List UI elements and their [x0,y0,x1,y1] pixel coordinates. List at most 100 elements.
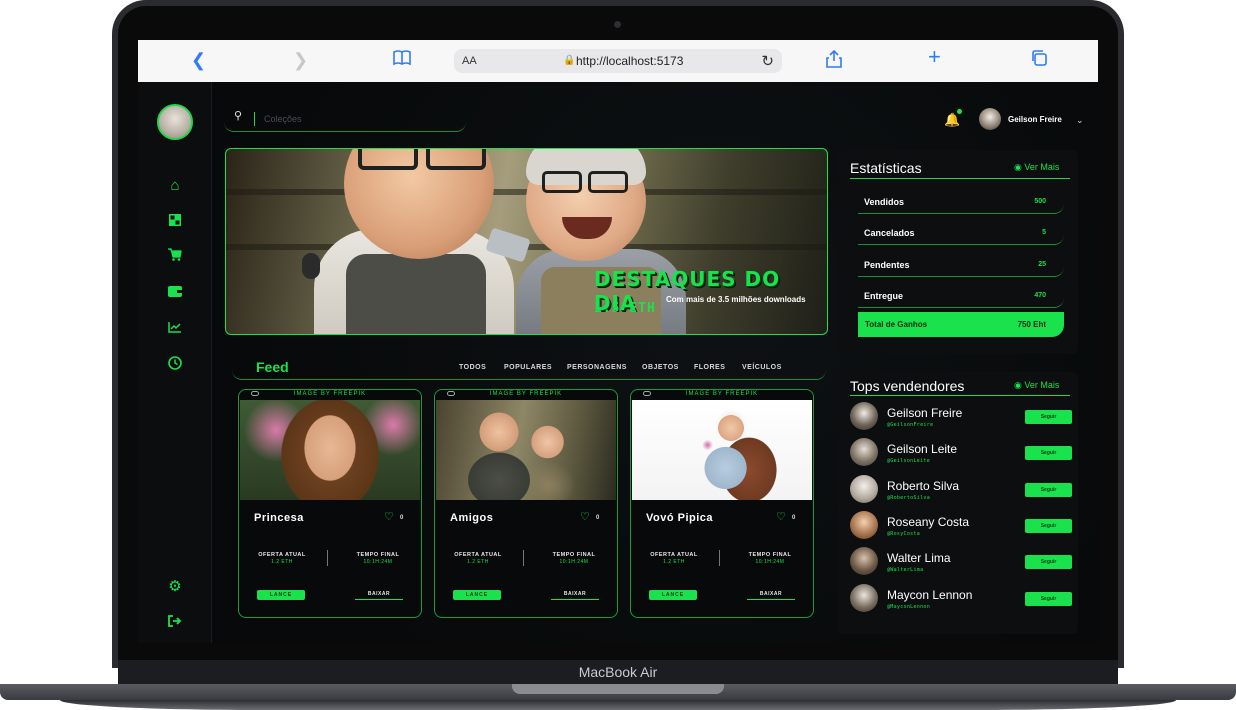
logout-icon[interactable] [166,614,184,632]
lock-icon: 🔒 [563,55,576,66]
panel-divider [850,178,1070,179]
offer-label: OFERTA ATUAL [650,552,698,558]
bid-button[interactable]: LANCE [649,590,697,600]
card-image [632,400,812,500]
seller-avatar[interactable] [850,475,878,503]
stat-label: Vendidos [864,197,905,207]
heart-icon[interactable]: ♡ [384,510,394,523]
seller-avatar[interactable] [850,547,878,575]
home-icon[interactable]: ⌂ [166,177,184,195]
follow-button[interactable]: Seguir [1025,446,1072,460]
chevron-left-icon[interactable]: ❮ [191,49,206,71]
nft-card[interactable]: IMAGE BY FREEPIK Princesa ♡ 0 OFERTA ATU… [238,389,422,618]
stat-label: Entregue [864,291,904,301]
follow-button[interactable]: Seguir [1025,410,1072,424]
wallet-icon[interactable] [166,284,184,302]
user-avatar[interactable] [979,108,1001,130]
url-text[interactable]: http://localhost:5173 [576,54,683,68]
seller-name[interactable]: Geilson Freire [887,406,962,420]
like-count: 0 [596,515,600,521]
tab-todos[interactable]: TODOS [459,364,486,371]
seller-name[interactable]: Maycon Lennon [887,588,972,602]
nft-card[interactable]: IMAGE BY FREEPIK Amigos ♡ 0 OFERTA ATUAL… [434,389,618,618]
tab-veiculos[interactable]: VEÍCULOS [742,364,782,371]
heart-icon[interactable]: ♡ [580,510,590,523]
banner-glasses [358,149,418,170]
stat-label: Cancelados [864,228,915,238]
banner-price: 1.5 ETH [594,301,656,316]
card-image [436,400,616,500]
chevron-down-icon[interactable]: ⌄ [1076,115,1084,126]
card-divider [719,550,720,566]
clock-icon[interactable] [166,356,184,374]
cart-icon[interactable] [166,248,184,266]
seller-name[interactable]: Walter Lima [887,551,951,565]
user-name[interactable]: Geilson Freire [1008,115,1062,124]
seller-avatar[interactable] [850,402,878,430]
seller-name[interactable]: Roseany Costa [887,515,969,529]
follow-button[interactable]: Seguir [1025,555,1072,569]
card-image [240,400,420,500]
grid-icon[interactable] [166,213,184,231]
banner-microphone [302,253,320,279]
stats-see-more-label: Ver Mais [1024,162,1060,172]
share-icon[interactable] [826,49,842,74]
time-label: TEMPO FINAL [356,552,400,558]
seller-name[interactable]: Roberto Silva [887,479,959,493]
stat-value: 500 [1034,198,1046,205]
sellers-see-more-link[interactable]: ◉ Ver Mais [1014,380,1059,391]
seller-name[interactable]: Geilson Leite [887,442,957,456]
download-button[interactable]: BAIXAR [551,589,599,600]
settings-icon[interactable]: ⚙ [166,578,184,596]
search-icon: ⚲ [234,110,243,122]
download-button[interactable]: BAIXAR [355,589,403,600]
offer-label: OFERTA ATUAL [454,552,502,558]
stats-see-more-link[interactable]: ◉ Ver Mais [1014,162,1059,173]
reload-icon[interactable]: ↻ [761,52,774,70]
tab-personagens[interactable]: PERSONAGENS [567,364,627,371]
chart-icon[interactable] [166,320,184,338]
download-button[interactable]: BAIXAR [747,589,795,600]
seller-handle: @RosyCosta [887,531,921,537]
text-size-button[interactable]: AA [462,55,477,67]
time-label: TEMPO FINAL [552,552,596,558]
offer-label: OFERTA ATUAL [258,552,306,558]
tab-objetos[interactable]: OBJETOS [642,364,679,371]
search-input[interactable] [264,110,454,128]
address-bar[interactable]: AA 🔒 http://localhost:5173 ↻ [454,49,782,73]
stats-title: Estatísticas [850,160,922,176]
seller-handle: @RobertoSilva [887,495,931,501]
tabs-icon[interactable] [1030,49,1048,72]
time-label: TEMPO FINAL [748,552,792,558]
chevron-right-icon[interactable]: ❯ [293,49,308,71]
bid-button[interactable]: LANCE [257,590,305,600]
featured-banner[interactable]: DESTAQUES DO DIA 1.5 ETH Com mais de 3.5… [225,148,828,335]
card-divider [327,550,328,566]
card-title: Amigos [450,512,494,524]
seller-avatar[interactable] [850,511,878,539]
tab-populares[interactable]: POPULARES [504,364,552,371]
follow-button[interactable]: Seguir [1025,483,1072,497]
offer-value: 1.2 ETH [663,559,685,565]
laptop-base: MacBook Air [0,660,1236,710]
tab-flores[interactable]: FLORES [694,364,725,371]
follow-button[interactable]: Seguir [1025,519,1072,533]
heart-icon[interactable]: ♡ [776,510,786,523]
book-icon[interactable] [392,49,412,72]
follow-button[interactable]: Seguir [1025,592,1072,606]
card-credit: IMAGE BY FREEPIK [685,391,759,397]
bell-icon[interactable]: 🔔 [944,112,960,128]
feed-title: Feed [256,359,289,375]
sidebar-avatar[interactable] [157,104,193,140]
nft-card[interactable]: IMAGE BY FREEPIK Vovó Pipica ♡ 0 OFERTA … [630,389,814,618]
bid-button[interactable]: LANCE [453,590,501,600]
offer-value: 1.2 ETH [467,559,489,565]
seller-avatar[interactable] [850,438,878,466]
search-bar: ⚲ [224,106,466,132]
plus-icon[interactable]: + [928,46,941,68]
card-title: Vovó Pipica [646,512,714,524]
stat-row: Cancelados 5 [858,221,1064,245]
opening-notch [512,684,724,694]
card-credit: IMAGE BY FREEPIK [293,391,367,397]
seller-avatar[interactable] [850,584,878,612]
